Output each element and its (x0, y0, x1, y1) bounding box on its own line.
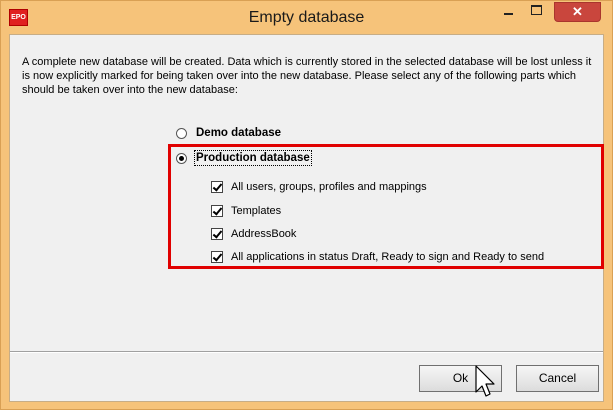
radio-demo-database[interactable]: Demo database (176, 125, 281, 141)
maximize-button[interactable] (524, 2, 550, 22)
epo-app-icon[interactable]: EPO (9, 9, 28, 26)
dialog-client-area: A complete new database will be created.… (9, 34, 604, 402)
dialog-window: Empty database EPO ✕ A complete new data… (0, 0, 613, 410)
close-button[interactable]: ✕ (554, 2, 601, 22)
cancel-button[interactable]: Cancel (516, 365, 599, 392)
radio-demo-indicator[interactable] (176, 127, 187, 139)
intro-text: A complete new database will be created.… (22, 56, 592, 96)
red-highlight-box (168, 144, 604, 269)
close-icon: ✕ (572, 4, 583, 19)
minimize-button[interactable] (496, 2, 522, 22)
separator-line-light (10, 352, 603, 353)
mouse-pointer-icon (475, 365, 495, 397)
radio-demo-label: Demo database (196, 127, 282, 139)
title-bar[interactable]: Empty database EPO ✕ (1, 1, 612, 34)
